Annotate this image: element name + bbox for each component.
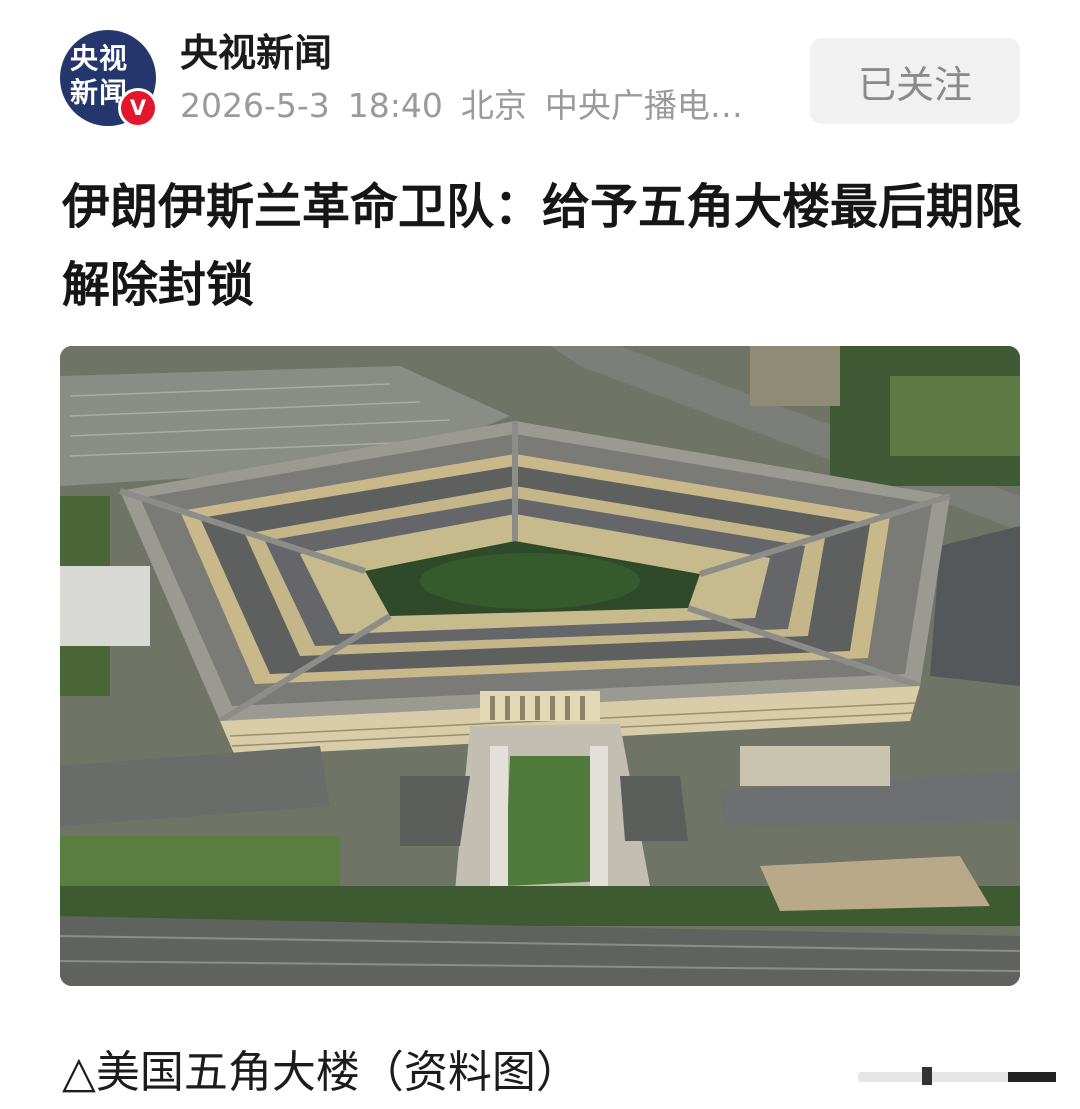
article-photo[interactable] [60,346,1020,986]
post-location: 北京 [460,86,527,125]
account-name[interactable]: 央视新闻 [180,30,332,76]
pentagon-aerial-image [60,346,1020,986]
post-time: 18:40 [347,86,443,125]
article-title: 伊朗伊斯兰革命卫队：给予五角大楼最后期限解除封锁 [62,179,1023,313]
post-date: 2026-5-3 [180,86,330,125]
scroll-indicator [858,1067,1056,1085]
photo-caption: △美国五角大楼（资料图） [62,1047,580,1098]
post-header: 央视 新闻 V 央视新闻 2026-5-3 18:40 北京 中央广播电… 已关注 [0,0,1080,140]
avatar-line1: 央视 [70,42,129,75]
verified-mark: V [129,96,147,120]
post-source: 中央广播电… [544,86,743,125]
follow-button[interactable]: 已关注 [810,38,1020,124]
verified-badge-icon: V [118,88,158,128]
post-meta: 2026-5-3 18:40 北京 中央广播电… [180,86,790,126]
